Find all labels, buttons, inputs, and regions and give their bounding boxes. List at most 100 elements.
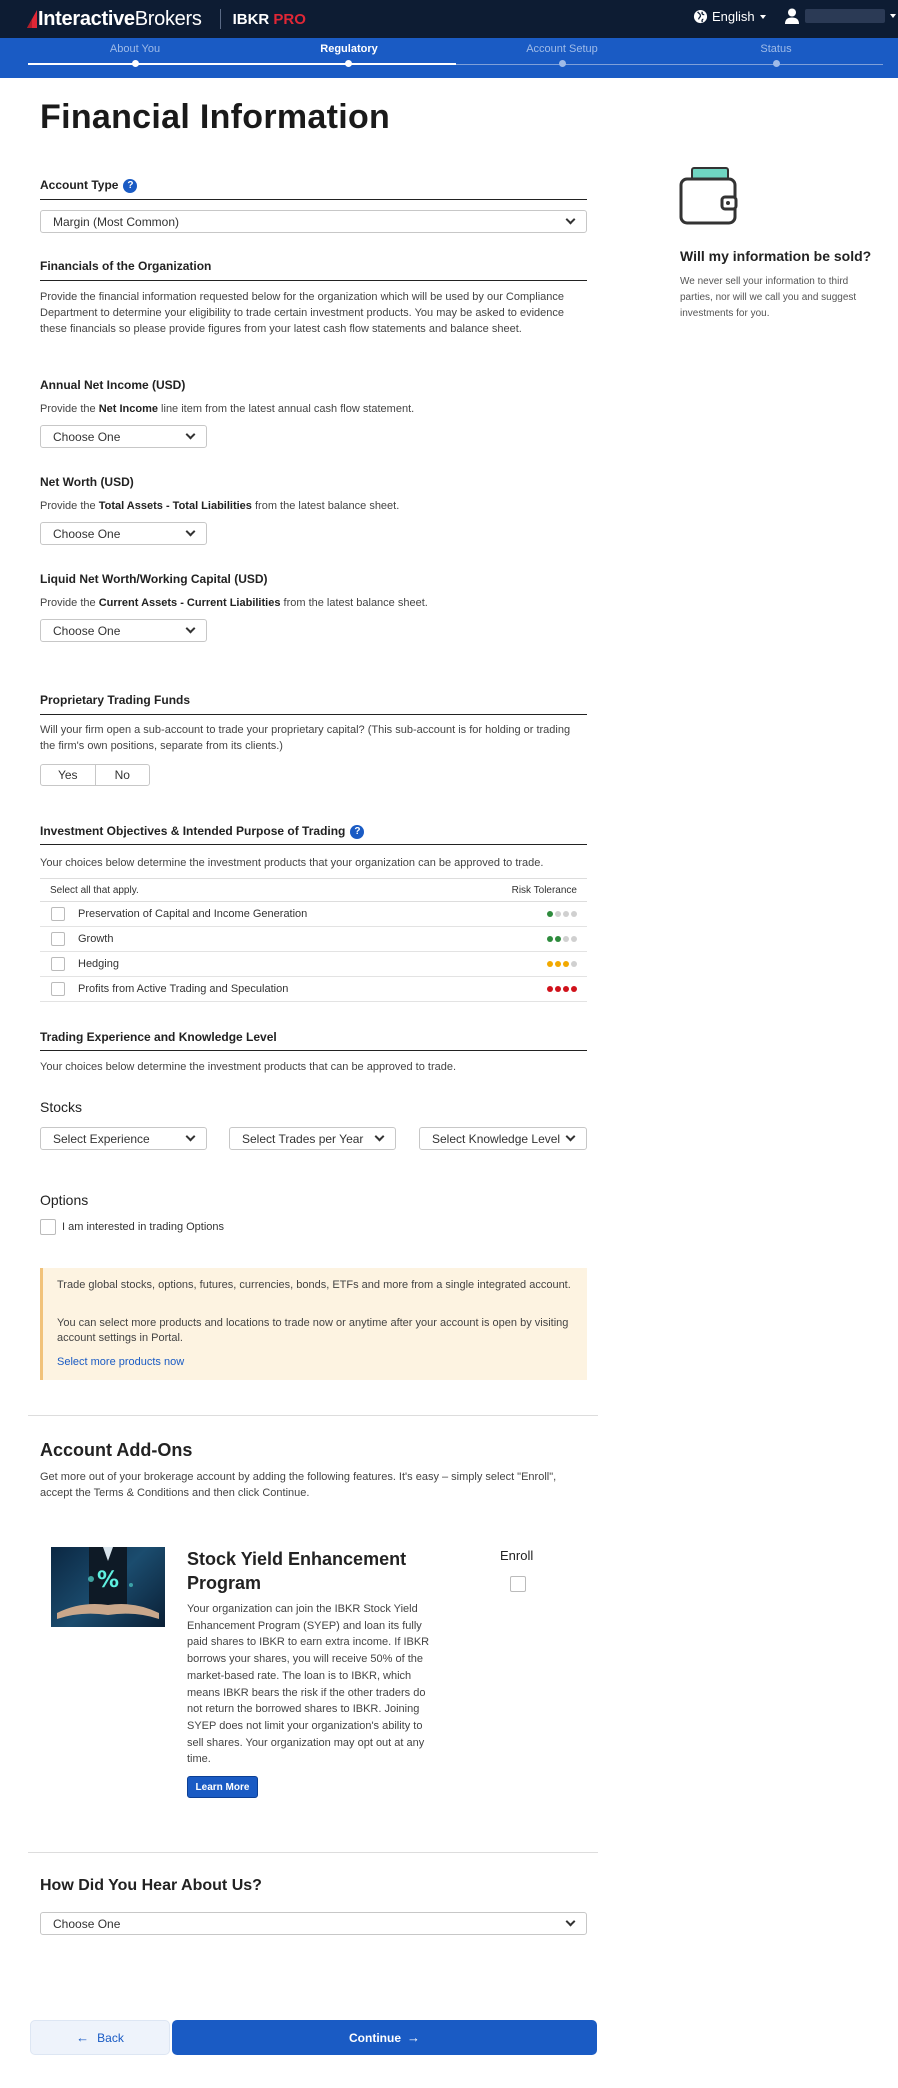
syep-image: % <box>51 1547 165 1627</box>
chevron-down-icon <box>565 1131 576 1142</box>
addons-intro: Get more out of your brokerage account b… <box>40 1471 557 1499</box>
brand-name-rest: Brokers <box>134 7 202 30</box>
help-icon[interactable]: ? <box>123 178 138 193</box>
stocks-experience-select[interactable]: Select Experience <box>40 1127 207 1150</box>
brand-name-bold: Interactive <box>38 7 135 30</box>
percent-symbol: % <box>97 1568 119 1593</box>
net-income-help: Provide the Net Income line item from th… <box>40 403 415 415</box>
sidebar-body: We never sell your information to third … <box>680 276 857 319</box>
prop-trading-toggle: Yes No <box>40 764 150 786</box>
options-label: Options <box>40 1192 89 1208</box>
notice-box: Trade global stocks, options, futures, c… <box>40 1268 587 1380</box>
select-more-products-link[interactable]: Select more products now <box>57 1356 184 1368</box>
net-worth-label: Net Worth (USD) <box>40 475 134 489</box>
progress-track-done <box>28 63 456 65</box>
syep-description: Your organization can join the IBKR Stoc… <box>187 1603 430 1766</box>
options-interest-label: I am interested in trading Options <box>62 1221 225 1233</box>
objective-label: Growth <box>78 933 114 945</box>
objective-label: Profits from Active Trading and Speculat… <box>78 983 289 995</box>
continue-button[interactable]: Continue → <box>172 2020 597 2055</box>
step-dot-account-setup <box>559 60 566 67</box>
stocks-knowledge-select[interactable]: Select Knowledge Level <box>419 1127 587 1150</box>
stocks-trades-select[interactable]: Select Trades per Year <box>229 1127 396 1150</box>
chevron-down-icon <box>759 14 766 19</box>
step-dot-regulatory <box>345 60 352 67</box>
page-title: Financial Information <box>40 98 391 136</box>
enroll-checkbox[interactable] <box>510 1576 526 1592</box>
no-button[interactable]: No <box>94 765 150 785</box>
objective-row-growth[interactable]: Growth <box>40 927 587 952</box>
objective-row-preservation[interactable]: Preservation of Capital and Income Gener… <box>40 902 587 927</box>
section-divider <box>28 1415 598 1416</box>
progress-steps: About You Regulatory Account Setup Statu… <box>0 38 898 78</box>
risk-dots <box>547 936 577 942</box>
wallet-icon <box>678 165 742 234</box>
prop-trading-question: Will your firm open a sub-account to tra… <box>40 724 571 752</box>
prop-trading-title: Proprietary Trading Funds <box>40 693 191 707</box>
net-income-select[interactable]: Choose One <box>40 425 207 448</box>
chevron-down-icon <box>565 214 576 225</box>
user-menu[interactable] <box>785 8 896 24</box>
top-bar: Interactive Brokers IBKR PRO English <box>0 0 898 38</box>
enroll-label: Enroll <box>500 1548 534 1563</box>
arrow-right-icon: → <box>407 2030 420 2045</box>
select-all-label: Select all that apply. <box>50 884 139 896</box>
net-worth-select[interactable]: Choose One <box>40 522 207 545</box>
notice-text-2: You can select more products and locatio… <box>57 1317 569 1344</box>
stocks-label: Stocks <box>40 1099 83 1115</box>
checkbox[interactable] <box>51 982 65 996</box>
product-name: IBKR PRO <box>232 10 306 28</box>
table-header: Select all that apply. Risk Tolerance <box>40 878 587 902</box>
language-selector[interactable]: English <box>693 9 766 24</box>
financials-intro: Provide the financial information reques… <box>40 291 565 335</box>
brand-logo-icon <box>27 10 37 28</box>
arrow-left-icon: ← <box>76 2030 90 2045</box>
chevron-down-icon <box>185 429 196 440</box>
objectives-title: Investment Objectives & Intended Purpose… <box>40 824 365 839</box>
learn-more-button[interactable]: Learn More <box>187 1776 258 1798</box>
financials-title: Financials of the Organization <box>40 259 212 273</box>
options-interest-checkbox[interactable]: I am interested in trading Options <box>40 1219 224 1235</box>
section-divider <box>40 280 587 281</box>
step-dot-status <box>773 60 780 67</box>
chevron-down-icon <box>565 1916 576 1927</box>
yes-button[interactable]: Yes <box>41 765 95 785</box>
experience-intro: Your choices below determine the investm… <box>40 1061 457 1073</box>
objectives-table: Select all that apply. Risk Tolerance Pre… <box>40 878 587 1002</box>
checkbox[interactable] <box>40 1219 56 1235</box>
liquid-net-worth-help: Provide the Current Assets - Current Lia… <box>40 597 428 609</box>
help-icon[interactable]: ? <box>350 824 365 839</box>
addons-title: Account Add-Ons <box>40 1440 193 1460</box>
step-dot-about-you <box>132 60 139 67</box>
section-divider <box>40 1050 587 1051</box>
account-type-select[interactable]: Margin (Most Common) <box>40 210 587 233</box>
language-label: English <box>712 9 755 24</box>
objective-row-speculation[interactable]: Profits from Active Trading and Speculat… <box>40 977 587 1002</box>
risk-dots <box>547 986 577 992</box>
objective-row-hedging[interactable]: Hedging <box>40 952 587 977</box>
chevron-down-icon <box>185 526 196 537</box>
liquid-net-worth-select[interactable]: Choose One <box>40 619 207 642</box>
step-status: Status <box>760 43 792 55</box>
step-about-you[interactable]: About You <box>65 43 205 55</box>
objective-label: Hedging <box>78 958 119 970</box>
brand-logo[interactable]: Interactive Brokers <box>27 8 202 31</box>
notice-text-1: Trade global stocks, options, futures, c… <box>57 1279 571 1291</box>
checkbox[interactable] <box>51 907 65 921</box>
checkbox[interactable] <box>51 957 65 971</box>
section-divider <box>40 844 587 845</box>
risk-tolerance-label: Risk Tolerance <box>511 884 577 896</box>
businessman-percent-illustration: % <box>57 1547 159 1619</box>
chevron-down-icon <box>890 14 896 18</box>
back-button[interactable]: ← Back <box>30 2020 170 2055</box>
account-type-label: Account Type? <box>40 178 138 193</box>
experience-title: Trading Experience and Knowledge Level <box>40 1030 277 1044</box>
net-income-label: Annual Net Income (USD) <box>40 378 186 392</box>
section-divider <box>40 199 587 200</box>
chevron-down-icon <box>374 1131 385 1142</box>
checkbox[interactable] <box>51 932 65 946</box>
hear-about-select[interactable]: Choose One <box>40 1912 587 1935</box>
objectives-intro: Your choices below determine the investm… <box>40 857 544 869</box>
step-regulatory[interactable]: Regulatory <box>279 43 419 55</box>
section-divider <box>40 714 587 715</box>
